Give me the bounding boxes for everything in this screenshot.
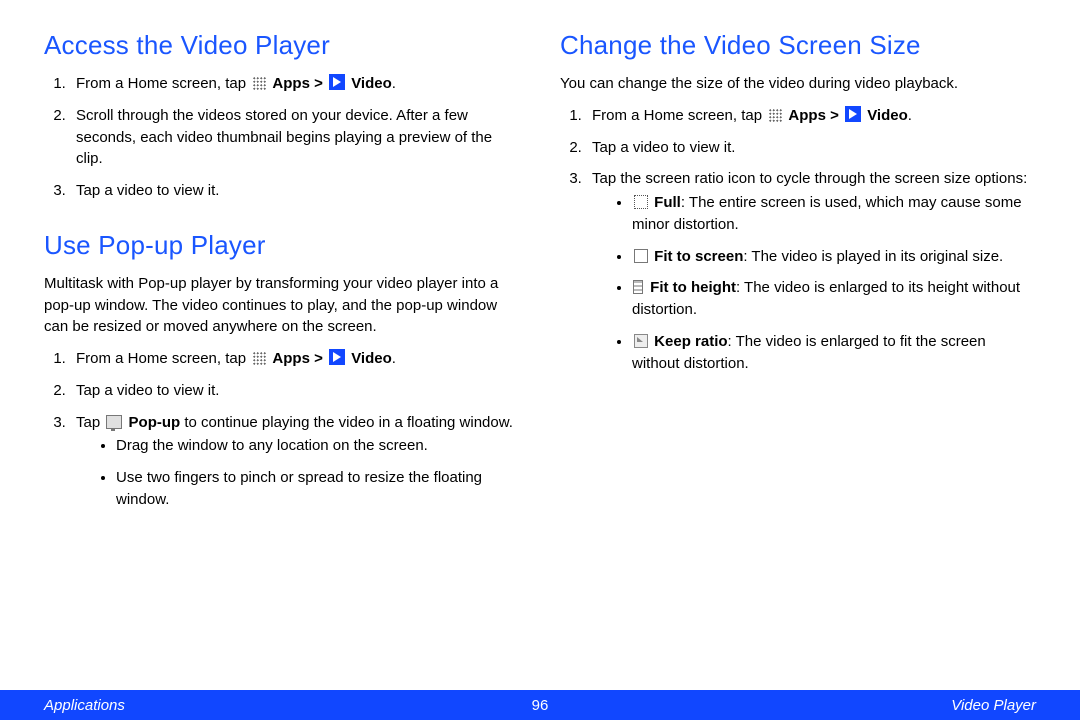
text: : The entire screen is used, which may c…	[632, 194, 1022, 233]
video-icon	[329, 74, 345, 90]
footer-section-label: Applications	[44, 697, 532, 714]
option-fit-height: Fit to height: The video is enlarged to …	[632, 277, 1036, 321]
text: From a Home screen, tap	[76, 350, 250, 367]
text: Tap the screen ratio icon to cycle throu…	[592, 170, 1027, 187]
option-keep-ratio: Keep ratio: The video is enlarged to fit…	[632, 331, 1036, 375]
section-access-video-player: Access the Video Player From a Home scre…	[44, 30, 520, 202]
video-icon	[845, 106, 861, 122]
apps-label: Apps >	[788, 107, 843, 124]
text: From a Home screen, tap	[76, 75, 250, 92]
video-label: Video	[867, 107, 908, 124]
manual-page: Access the Video Player From a Home scre…	[0, 0, 1080, 720]
apps-label: Apps >	[272, 75, 327, 92]
section-screen-size: Change the Video Screen Size You can cha…	[560, 30, 1036, 374]
fit-screen-icon	[634, 249, 648, 263]
text: From a Home screen, tap	[592, 107, 766, 124]
two-column-layout: Access the Video Player From a Home scre…	[44, 30, 1036, 539]
period: .	[392, 75, 396, 92]
steps-access: From a Home screen, tap Apps > Video. Sc…	[44, 73, 520, 202]
step-1: From a Home screen, tap Apps > Video.	[70, 73, 520, 95]
step-2: Tap a video to view it.	[70, 380, 520, 402]
keep-ratio-label: Keep ratio	[654, 333, 727, 350]
fit-screen-label: Fit to screen	[654, 248, 743, 265]
text: : The video is played in its original si…	[743, 248, 1003, 265]
screen-intro: You can change the size of the video dur…	[560, 73, 1036, 95]
heading-screen-size: Change the Video Screen Size	[560, 30, 1036, 61]
period: .	[908, 107, 912, 124]
right-column: Change the Video Screen Size You can cha…	[560, 30, 1036, 539]
page-footer: Applications 96 Video Player	[0, 690, 1080, 720]
step-3: Tap the screen ratio icon to cycle throu…	[586, 168, 1036, 374]
full-icon	[634, 195, 648, 209]
fit-height-label: Fit to height	[650, 279, 736, 296]
popup-intro: Multitask with Pop-up player by transfor…	[44, 273, 520, 338]
video-icon	[329, 349, 345, 365]
popup-sublist: Drag the window to any location on the s…	[76, 435, 520, 510]
popup-label: Pop-up	[129, 414, 181, 431]
step-1: From a Home screen, tap Apps > Video.	[70, 348, 520, 370]
video-label: Video	[351, 350, 392, 367]
full-label: Full	[654, 194, 681, 211]
fit-height-icon	[633, 280, 643, 294]
left-column: Access the Video Player From a Home scre…	[44, 30, 520, 539]
step-2: Tap a video to view it.	[586, 137, 1036, 159]
option-fit-screen: Fit to screen: The video is played in it…	[632, 246, 1036, 268]
text: Tap	[76, 414, 104, 431]
heading-popup: Use Pop-up Player	[44, 230, 520, 261]
steps-popup: From a Home screen, tap Apps > Video. Ta…	[44, 348, 520, 511]
apps-icon	[768, 108, 782, 122]
apps-icon	[252, 351, 266, 365]
option-full: Full: The entire screen is used, which m…	[632, 192, 1036, 236]
apps-icon	[252, 76, 266, 90]
step-1: From a Home screen, tap Apps > Video.	[586, 105, 1036, 127]
bullet-pinch: Use two fingers to pinch or spread to re…	[116, 467, 520, 511]
popup-icon	[106, 415, 122, 429]
footer-topic-label: Video Player	[548, 697, 1036, 714]
apps-label: Apps >	[272, 350, 327, 367]
steps-screen-size: From a Home screen, tap Apps > Video. Ta…	[560, 105, 1036, 375]
bullet-drag: Drag the window to any location on the s…	[116, 435, 520, 457]
keep-ratio-icon	[634, 334, 648, 348]
step-2: Scroll through the videos stored on your…	[70, 105, 520, 170]
heading-access: Access the Video Player	[44, 30, 520, 61]
section-popup-player: Use Pop-up Player Multitask with Pop-up …	[44, 230, 520, 511]
video-label: Video	[351, 75, 392, 92]
footer-page-number: 96	[532, 697, 549, 714]
ratio-options: Full: The entire screen is used, which m…	[592, 192, 1036, 374]
step-3: Tap a video to view it.	[70, 180, 520, 202]
step-3: Tap Pop-up to continue playing the video…	[70, 412, 520, 511]
period: .	[392, 350, 396, 367]
text: to continue playing the video in a float…	[184, 414, 513, 431]
